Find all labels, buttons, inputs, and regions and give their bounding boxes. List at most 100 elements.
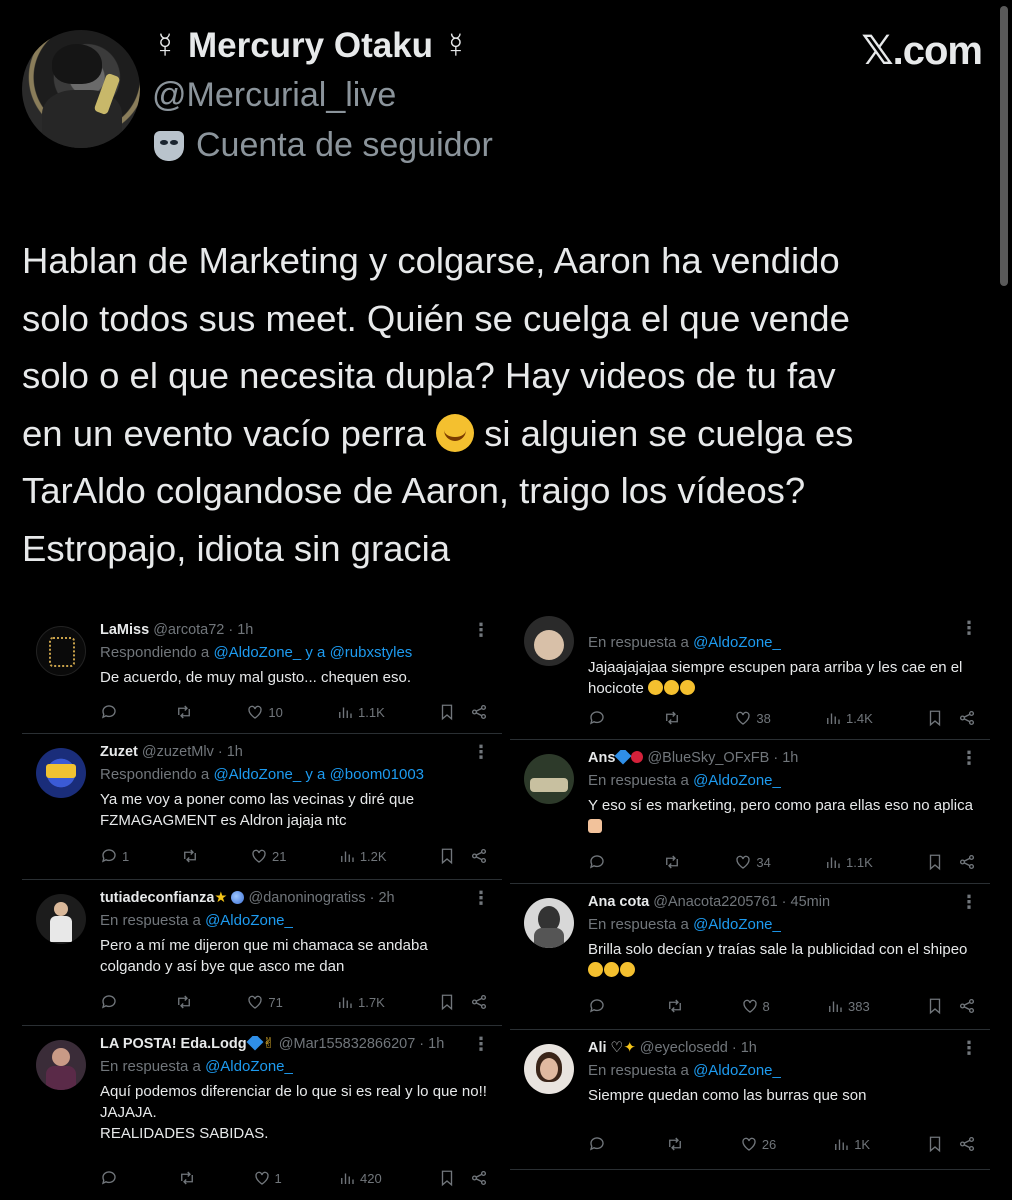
reply-username[interactable]: Zuzet: [100, 744, 138, 760]
mention-link[interactable]: @AldoZone_: [693, 772, 781, 789]
bookmark-icon: [441, 848, 453, 865]
share-button[interactable]: [470, 702, 488, 722]
bookmark-button[interactable]: [438, 1168, 456, 1188]
reply-avatar[interactable]: [524, 616, 574, 666]
reply-button[interactable]: [100, 992, 122, 1012]
repost-button[interactable]: [663, 708, 681, 728]
bookmark-button[interactable]: [926, 708, 944, 728]
like-button[interactable]: 21: [250, 846, 286, 866]
display-name[interactable]: ☿ Mercury Otaku ☿: [152, 26, 469, 66]
repost-button[interactable]: [181, 846, 199, 866]
views-button[interactable]: 1.1K: [336, 702, 385, 722]
share-button[interactable]: [470, 992, 488, 1012]
reply-avatar[interactable]: [524, 754, 574, 804]
more-icon[interactable]: ⋮: [472, 888, 490, 909]
reply-button[interactable]: [588, 1134, 610, 1154]
reply-context: En respuesta a @AldoZone_: [588, 634, 781, 651]
reply-avatar[interactable]: [36, 1040, 86, 1090]
mention-link[interactable]: @AldoZone_: [693, 1062, 781, 1079]
like-button[interactable]: 10: [246, 702, 283, 722]
affiliation-label: Cuenta de seguidor: [196, 126, 493, 164]
more-icon[interactable]: ⋮: [472, 742, 490, 763]
reply-item[interactable]: Ali ♡✦ @eyeclosedd · 1h ⋮ En respuesta a…: [510, 1030, 990, 1170]
share-button[interactable]: [958, 852, 976, 872]
mention-link[interactable]: @AldoZone_ y a @rubxstyles: [213, 644, 412, 661]
like-button[interactable]: 26: [740, 1134, 776, 1154]
more-icon[interactable]: ⋮: [472, 1034, 490, 1055]
mention-link[interactable]: @AldoZone_: [693, 634, 781, 651]
reply-item[interactable]: ⋮ En respuesta a @AldoZone_ Jajaajajajaa…: [510, 616, 990, 740]
reply-item[interactable]: tutiadeconfianza★ @danoninogratiss · 2h …: [22, 880, 502, 1026]
mention-link[interactable]: @AldoZone_: [205, 912, 293, 929]
reply-item[interactable]: Ana cota @Anacota2205761 · 45min ⋮ En re…: [510, 884, 990, 1030]
bookmark-button[interactable]: [438, 846, 456, 866]
reply-column-right: ⋮ En respuesta a @AldoZone_ Jajaajajajaa…: [510, 616, 990, 1170]
like-button[interactable]: 38: [734, 708, 771, 728]
repost-button[interactable]: [175, 702, 193, 722]
bookmark-icon: [929, 1136, 941, 1153]
share-button[interactable]: [470, 1168, 488, 1188]
reply-username[interactable]: Ana cota: [588, 894, 649, 910]
bookmark-button[interactable]: [926, 1134, 944, 1154]
reply-item[interactable]: LaMiss @arcota72 · 1h ⋮ Respondiendo a @…: [22, 612, 502, 734]
reply-item[interactable]: Zuzet @zuzetMlv · 1h ⋮ Respondiendo a @A…: [22, 734, 502, 880]
views-button[interactable]: 383: [826, 996, 870, 1016]
repost-icon: [668, 1137, 681, 1151]
like-button[interactable]: 34: [734, 852, 771, 872]
user-handle[interactable]: @Mercurial_live: [152, 76, 396, 115]
reply-button[interactable]: 1: [100, 846, 129, 866]
more-icon[interactable]: ⋮: [960, 892, 978, 913]
mention-link[interactable]: @AldoZone_: [693, 916, 781, 933]
reply-avatar[interactable]: [524, 1044, 574, 1094]
reply-button[interactable]: [100, 1168, 122, 1188]
reply-button[interactable]: [100, 702, 122, 722]
mention-link[interactable]: @AldoZone_ y a @boom01003: [213, 766, 424, 783]
share-button[interactable]: [470, 846, 488, 866]
reply-button[interactable]: [588, 852, 610, 872]
share-button[interactable]: [958, 1134, 976, 1154]
bookmark-button[interactable]: [926, 852, 944, 872]
more-icon[interactable]: ⋮: [472, 620, 490, 641]
more-icon[interactable]: ⋮: [960, 748, 978, 769]
reply-username[interactable]: tutiadeconfianza: [100, 890, 214, 906]
more-icon[interactable]: ⋮: [960, 618, 978, 639]
reply-context: En respuesta a @AldoZone_: [588, 916, 781, 933]
like-button[interactable]: 1: [253, 1168, 282, 1188]
reply-username[interactable]: LA POSTA! Eda.Lodg: [100, 1036, 247, 1052]
avatar[interactable]: [22, 30, 140, 148]
repost-button[interactable]: [666, 996, 684, 1016]
more-icon[interactable]: ⋮: [960, 1038, 978, 1059]
views-button[interactable]: 1.7K: [336, 992, 385, 1012]
reply-item[interactable]: LA POSTA! Eda.Lodg ✌ @Mar155832866207 · 1…: [22, 1026, 502, 1196]
views-button[interactable]: 1.2K: [338, 846, 387, 866]
repost-button[interactable]: [178, 1168, 196, 1188]
mention-link[interactable]: @AldoZone_: [205, 1058, 293, 1075]
repost-button[interactable]: [663, 852, 681, 872]
scrollbar[interactable]: [1000, 6, 1008, 286]
reply-avatar[interactable]: [36, 894, 86, 944]
repost-button[interactable]: [666, 1134, 684, 1154]
reply-button[interactable]: [588, 996, 610, 1016]
repost-button[interactable]: [175, 992, 193, 1012]
reply-avatar[interactable]: [524, 898, 574, 948]
reply-avatar[interactable]: [36, 626, 86, 676]
bookmark-button[interactable]: [438, 702, 456, 722]
share-button[interactable]: [958, 708, 976, 728]
reply-text: Brilla solo decían y traías sale la publ…: [588, 939, 978, 981]
comment-icon: [589, 999, 604, 1013]
views-button[interactable]: 1K: [832, 1134, 870, 1154]
reply-username[interactable]: Ans: [588, 750, 615, 766]
views-button[interactable]: 420: [338, 1168, 382, 1188]
bookmark-button[interactable]: [438, 992, 456, 1012]
like-button[interactable]: 8: [741, 996, 770, 1016]
views-button[interactable]: 1.4K: [824, 708, 873, 728]
reply-button[interactable]: [588, 708, 610, 728]
reply-avatar[interactable]: [36, 748, 86, 798]
like-button[interactable]: 71: [246, 992, 283, 1012]
reply-username[interactable]: Ali ♡: [588, 1040, 624, 1056]
views-button[interactable]: 1.1K: [824, 852, 873, 872]
reply-item[interactable]: Ans @BlueSky_OFxFB · 1h ⋮ En respuesta a…: [510, 740, 990, 884]
reply-username[interactable]: LaMiss: [100, 622, 149, 638]
share-button[interactable]: [958, 996, 976, 1016]
bookmark-button[interactable]: [926, 996, 944, 1016]
